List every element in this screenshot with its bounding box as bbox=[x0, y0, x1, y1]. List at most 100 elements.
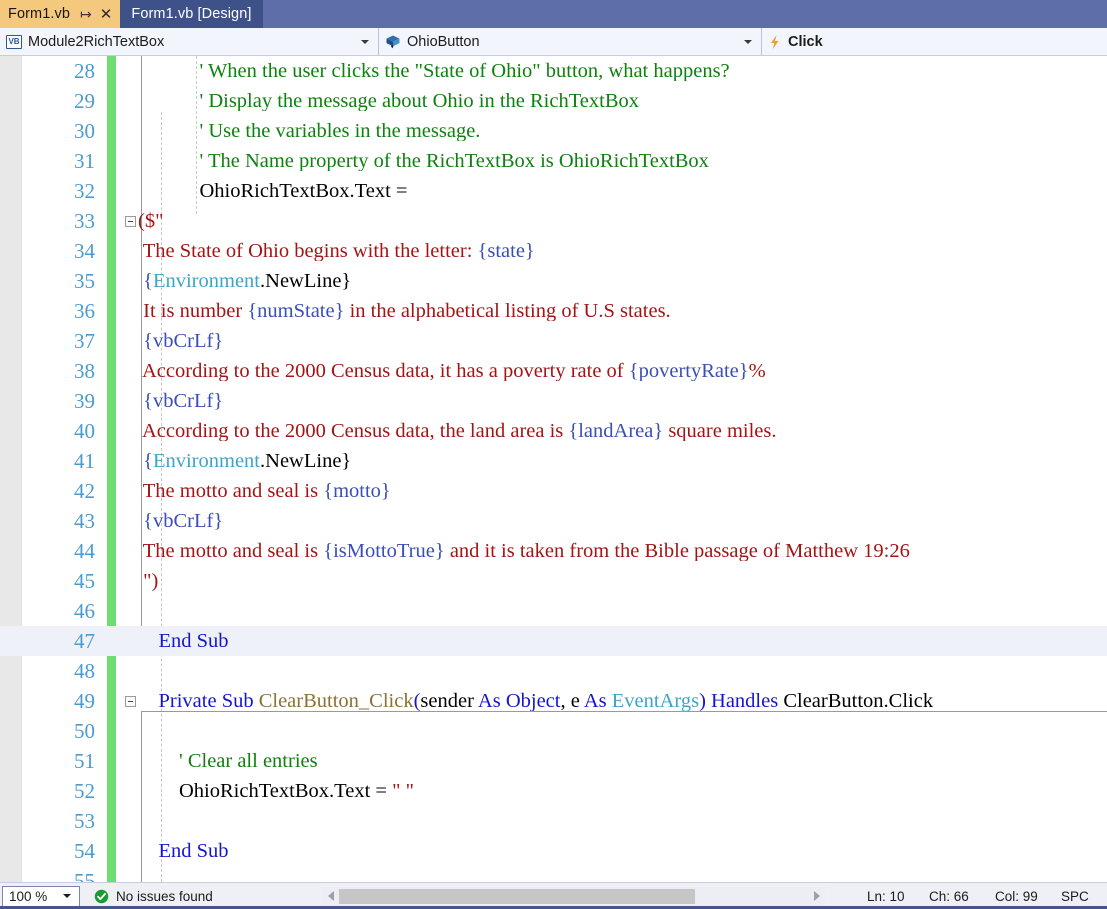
code-token: ClearButton_Click bbox=[258, 690, 414, 712]
code-line[interactable]: 46 bbox=[0, 596, 1107, 626]
code-line[interactable]: 42 The motto and seal is {motto} bbox=[0, 476, 1107, 506]
collapse-region-button[interactable] bbox=[122, 695, 138, 707]
code-text[interactable]: The motto and seal is {motto} bbox=[138, 481, 1107, 502]
code-line[interactable]: 37 {vbCrLf} bbox=[0, 326, 1107, 356]
vb-file-icon: VB bbox=[6, 34, 22, 49]
code-line[interactable]: 48 bbox=[0, 656, 1107, 686]
change-marker bbox=[107, 416, 116, 446]
line-number: 50 bbox=[74, 718, 95, 743]
line-number: 30 bbox=[74, 118, 95, 143]
code-editor[interactable]: 28 ' When the user clicks the "State of … bbox=[0, 56, 1107, 882]
code-line[interactable]: 50 bbox=[0, 716, 1107, 746]
code-token: { bbox=[138, 450, 153, 472]
close-icon[interactable]: ✕ bbox=[100, 7, 113, 22]
code-text[interactable]: Private Sub ClearButton_Click(sender As … bbox=[138, 691, 1107, 712]
code-text[interactable]: {vbCrLf} bbox=[138, 391, 1107, 412]
code-navigation-bar: VB Module2RichTextBox OhioButton Click bbox=[0, 28, 1107, 56]
code-line[interactable]: 39 {vbCrLf} bbox=[0, 386, 1107, 416]
code-line[interactable]: 45 ") bbox=[0, 566, 1107, 596]
code-line[interactable]: 44 The motto and seal is {isMottoTrue} a… bbox=[0, 536, 1107, 566]
change-marker bbox=[107, 266, 116, 296]
chevron-down-icon[interactable] bbox=[361, 39, 369, 44]
code-line[interactable]: 28 ' When the user clicks the "State of … bbox=[0, 56, 1107, 86]
code-line[interactable]: 52 OhioRichTextBox.Text = " " bbox=[0, 776, 1107, 806]
code-line[interactable]: 33 ($" bbox=[0, 206, 1107, 236]
object-dropdown[interactable]: OhioButton bbox=[379, 28, 762, 55]
scrollbar-track[interactable] bbox=[339, 888, 808, 904]
code-line[interactable]: 54 End Sub bbox=[0, 836, 1107, 866]
code-text[interactable]: End Sub bbox=[138, 631, 1107, 652]
horizontal-scrollbar[interactable] bbox=[322, 886, 825, 906]
code-text[interactable]: ' Display the message about Ohio in the … bbox=[138, 91, 1107, 112]
code-text[interactable]: {Environment.NewLine} bbox=[138, 271, 1107, 292]
code-line[interactable]: 35 {Environment.NewLine} bbox=[0, 266, 1107, 296]
issues-indicator[interactable]: No issues found bbox=[94, 889, 213, 904]
code-text[interactable]: {vbCrLf} bbox=[138, 511, 1107, 532]
code-text[interactable]: End Sub bbox=[138, 841, 1107, 862]
minus-square-icon[interactable] bbox=[124, 215, 136, 227]
code-token: According to the 2000 Census data, the l… bbox=[138, 420, 569, 442]
code-token: {isMottoTrue} bbox=[323, 540, 445, 562]
code-line[interactable]: 41 {Environment.NewLine} bbox=[0, 446, 1107, 476]
zoom-level-dropdown[interactable]: 100 % bbox=[2, 885, 80, 907]
code-text[interactable]: The State of Ohio begins with the letter… bbox=[138, 241, 1107, 262]
line-number: 38 bbox=[74, 358, 95, 383]
code-token: {vbCrLf} bbox=[138, 330, 224, 352]
code-text[interactable]: OhioRichTextBox.Text = " " bbox=[138, 781, 1107, 802]
code-token: ($" bbox=[138, 210, 164, 232]
chevron-down-icon[interactable] bbox=[744, 39, 752, 44]
code-text[interactable]: It is number {numState} in the alphabeti… bbox=[138, 301, 1107, 322]
collapse-region-button[interactable] bbox=[122, 215, 138, 227]
minus-square-icon[interactable] bbox=[124, 695, 136, 707]
member-dropdown[interactable]: Click bbox=[762, 28, 1107, 55]
code-text[interactable]: The motto and seal is {isMottoTrue} and … bbox=[138, 541, 1107, 562]
code-text[interactable]: ' Use the variables in the message. bbox=[138, 121, 1107, 142]
code-line[interactable]: 43 {vbCrLf} bbox=[0, 506, 1107, 536]
code-token: End Sub bbox=[158, 630, 229, 652]
code-line[interactable]: 29 ' Display the message about Ohio in t… bbox=[0, 86, 1107, 116]
code-line[interactable]: 31 ' The Name property of the RichTextBo… bbox=[0, 146, 1107, 176]
code-line[interactable]: 40 According to the 2000 Census data, th… bbox=[0, 416, 1107, 446]
code-line[interactable]: 51 ' Clear all entries bbox=[0, 746, 1107, 776]
tab-form1-vb[interactable]: Form1.vb ↤ ✕ bbox=[0, 0, 121, 28]
code-line[interactable]: 30 ' Use the variables in the message. bbox=[0, 116, 1107, 146]
code-line[interactable]: 38 According to the 2000 Census data, it… bbox=[0, 356, 1107, 386]
code-token: OhioRichTextBox.Text = bbox=[179, 780, 393, 802]
code-line[interactable]: 49 Private Sub ClearButton_Click(sender … bbox=[0, 686, 1107, 716]
code-line[interactable]: 36 It is number {numState} in the alphab… bbox=[0, 296, 1107, 326]
code-text[interactable]: ") bbox=[138, 571, 1107, 592]
code-text[interactable]: {vbCrLf} bbox=[138, 331, 1107, 352]
code-line[interactable]: 47 End Sub bbox=[0, 626, 1107, 656]
code-text[interactable]: ' Clear all entries bbox=[138, 751, 1107, 772]
code-text[interactable]: According to the 2000 Census data, the l… bbox=[138, 421, 1107, 442]
change-marker bbox=[107, 746, 116, 776]
pin-icon[interactable]: ↤ bbox=[80, 6, 92, 22]
code-text[interactable]: ($" bbox=[138, 211, 1107, 232]
status-char-number: Ch: 66 bbox=[929, 888, 969, 904]
line-number: 39 bbox=[74, 388, 95, 413]
change-marker bbox=[107, 806, 116, 836]
scroll-left-arrow-icon[interactable] bbox=[322, 887, 339, 906]
code-token: ' Display the message about Ohio in the … bbox=[199, 90, 640, 112]
code-text[interactable]: ' When the user clicks the "State of Ohi… bbox=[138, 61, 1107, 82]
code-line[interactable]: 53 bbox=[0, 806, 1107, 836]
project-dropdown[interactable]: VB Module2RichTextBox bbox=[0, 28, 379, 55]
scroll-right-arrow-icon[interactable] bbox=[808, 887, 825, 906]
tab-form1-vb-design[interactable]: Form1.vb [Design] bbox=[120, 0, 263, 28]
code-line[interactable]: 34 The State of Ohio begins with the let… bbox=[0, 236, 1107, 266]
code-line[interactable]: 32 OhioRichTextBox.Text = bbox=[0, 176, 1107, 206]
lightning-bolt-icon bbox=[768, 34, 782, 50]
chevron-down-icon[interactable] bbox=[63, 894, 71, 898]
line-number: 35 bbox=[74, 268, 95, 293]
code-token: .NewLine} bbox=[260, 270, 352, 292]
code-line[interactable]: 55 bbox=[0, 866, 1107, 882]
code-text[interactable]: According to the 2000 Census data, it ha… bbox=[138, 361, 1107, 382]
code-text[interactable]: OhioRichTextBox.Text = bbox=[138, 181, 1107, 202]
scrollbar-thumb[interactable] bbox=[339, 888, 696, 904]
code-text[interactable]: ' The Name property of the RichTextBox i… bbox=[138, 151, 1107, 172]
code-token: OhioRichTextBox.Text = bbox=[199, 180, 408, 202]
code-text[interactable]: {Environment.NewLine} bbox=[138, 451, 1107, 472]
